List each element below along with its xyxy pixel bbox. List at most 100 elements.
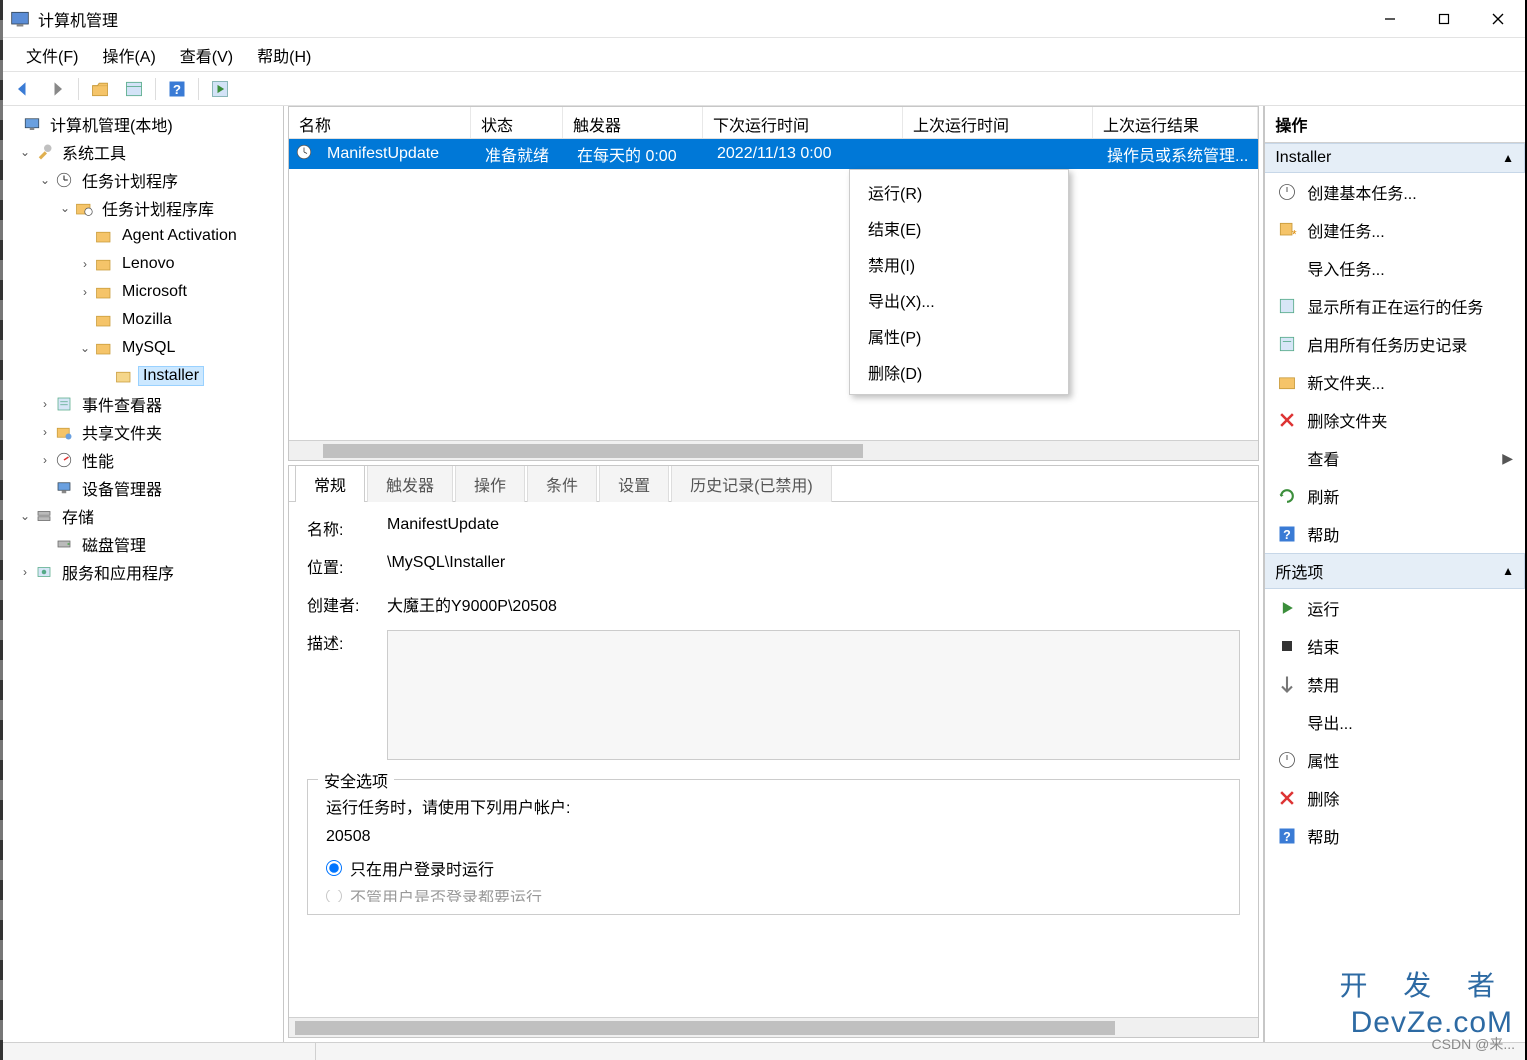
action-help2[interactable]: ?帮助 [1265,817,1525,855]
action-new-folder[interactable]: 新文件夹... [1265,363,1525,401]
context-delete[interactable]: 删除(D) [850,354,1068,390]
window-title: 计算机管理 [38,7,1363,31]
actions-list-2: 运行 结束 禁用 导出... 属性 删除 ?帮助 [1265,589,1525,855]
details-scrollbar[interactable] [289,1017,1258,1037]
tree-root[interactable]: ▾计算机管理(本地) [0,110,283,138]
tree-device-manager[interactable]: ·设备管理器 [0,474,283,502]
action-import-task[interactable]: 导入任务... [1265,249,1525,287]
context-disable[interactable]: 禁用(I) [850,246,1068,282]
action-create-basic-task[interactable]: 创建基本任务... [1265,173,1525,211]
action-help[interactable]: ?帮助 [1265,515,1525,553]
label-author: 创建者: [307,592,387,616]
tree-performance[interactable]: ›性能 [0,446,283,474]
chevron-up-icon: ▲ [1502,564,1514,578]
help-button[interactable]: ? [162,76,192,102]
col-lastresult[interactable]: 上次运行结果 [1093,107,1258,138]
col-status[interactable]: 状态 [471,107,563,138]
action-disable[interactable]: 禁用 [1265,665,1525,703]
action-delete[interactable]: 删除 [1265,779,1525,817]
radio-input[interactable] [326,860,342,876]
run-button[interactable] [205,76,235,102]
action-properties[interactable]: 属性 [1265,741,1525,779]
tree-services-apps[interactable]: ›服务和应用程序 [0,558,283,586]
action-refresh[interactable]: 刷新 [1265,477,1525,515]
titlebar: 计算机管理 [0,0,1525,38]
action-delete-folder[interactable]: 删除文件夹 [1265,401,1525,439]
action-create-task[interactable]: *创建任务... [1265,211,1525,249]
help-icon: ? [1277,826,1297,846]
minimize-button[interactable] [1363,0,1417,38]
maximize-button[interactable] [1417,0,1471,38]
shared-folder-icon [54,422,74,442]
radio-logon-only[interactable]: 只在用户登录时运行 [326,856,1221,880]
tree-system-tools[interactable]: ⌄系统工具 [0,138,283,166]
tree-task-scheduler[interactable]: ⌄任务计划程序 [0,166,283,194]
tree-storage[interactable]: ⌄存储 [0,502,283,530]
tree-mysql[interactable]: ⌄MySQL [0,334,283,362]
tree-mozilla[interactable]: ·Mozilla [0,306,283,334]
action-end[interactable]: 结束 [1265,627,1525,665]
task-list-body[interactable]: ManifestUpdate 准备就绪 在每天的 0:00 2022/11/13… [289,139,1258,440]
actions-section-selected[interactable]: 所选项▲ [1265,553,1525,589]
menu-view[interactable]: 查看(V) [170,39,243,71]
context-run[interactable]: 运行(R) [850,174,1068,210]
tab-general[interactable]: 常规 [295,465,365,502]
menu-action[interactable]: 操作(A) [92,39,165,71]
folder-icon [94,254,114,274]
details-panel: 常规 触发器 操作 条件 设置 历史记录(已禁用) 名称:ManifestUpd… [288,465,1259,1038]
cell-status: 准备就绪 [475,142,567,166]
scrollbar-thumb[interactable] [323,444,863,458]
tree-lenovo[interactable]: ›Lenovo [0,250,283,278]
tab-triggers[interactable]: 触发器 [367,465,453,502]
radio-input[interactable] [326,890,342,902]
play-icon [1277,598,1297,618]
description-textarea[interactable] [387,630,1240,760]
col-name[interactable]: 名称 [289,107,471,138]
menu-file[interactable]: 文件(F) [16,39,88,71]
horizontal-scrollbar[interactable] [289,440,1258,460]
action-export[interactable]: 导出... [1265,703,1525,741]
tree-shared-folders[interactable]: ›共享文件夹 [0,418,283,446]
close-button[interactable] [1471,0,1525,38]
tree-disk-management[interactable]: ·磁盘管理 [0,530,283,558]
action-run[interactable]: 运行 [1265,589,1525,627]
context-properties[interactable]: 属性(P) [850,318,1068,354]
blank-icon [1277,258,1297,278]
tree-agent-activation[interactable]: ·Agent Activation [0,222,283,250]
workarea: ▾计算机管理(本地) ⌄系统工具 ⌄任务计划程序 ⌄任务计划程序库 ·Agent… [0,106,1525,1042]
runas-label: 运行任务时，请使用下列用户帐户: [326,794,1221,818]
toolbar-separator [155,78,156,100]
tab-conditions[interactable]: 条件 [527,465,597,502]
tree-event-viewer[interactable]: ›事件查看器 [0,390,283,418]
col-lastrun[interactable]: 上次运行时间 [903,107,1093,138]
cell-nextrun: 2022/11/13 0:00 [707,145,907,163]
radio-any-logon[interactable]: 不管用户是否登录都要运行 [326,890,1221,902]
toolbar-separator [78,78,79,100]
svg-text:*: * [1292,228,1297,240]
menu-help[interactable]: 帮助(H) [247,39,321,71]
tree-microsoft[interactable]: ›Microsoft [0,278,283,306]
tab-settings[interactable]: 设置 [599,465,669,502]
new-task-icon: * [1277,220,1297,240]
tab-history[interactable]: 历史记录(已禁用) [671,465,832,502]
action-view[interactable]: 查看▶ [1265,439,1525,477]
col-trigger[interactable]: 触发器 [563,107,703,138]
tree-installer[interactable]: ·Installer [0,362,283,390]
actions-section-installer[interactable]: Installer▲ [1265,143,1525,173]
task-row[interactable]: ManifestUpdate 准备就绪 在每天的 0:00 2022/11/13… [289,139,1258,169]
action-enable-history[interactable]: 启用所有任务历史记录 [1265,325,1525,363]
context-export[interactable]: 导出(X)... [850,282,1068,318]
action-show-running[interactable]: 显示所有正在运行的任务 [1265,287,1525,325]
forward-button[interactable] [42,76,72,102]
scrollbar-thumb[interactable] [295,1021,1115,1035]
context-end[interactable]: 结束(E) [850,210,1068,246]
history-icon [1277,334,1297,354]
col-nextrun[interactable]: 下次运行时间 [703,107,903,138]
value-location: \MySQL\Installer [387,554,1240,578]
back-button[interactable] [8,76,38,102]
storage-icon [34,506,54,526]
tree-task-library[interactable]: ⌄任务计划程序库 [0,194,283,222]
folder-up-button[interactable] [85,76,115,102]
properties-button[interactable] [119,76,149,102]
tab-actions[interactable]: 操作 [455,465,525,502]
